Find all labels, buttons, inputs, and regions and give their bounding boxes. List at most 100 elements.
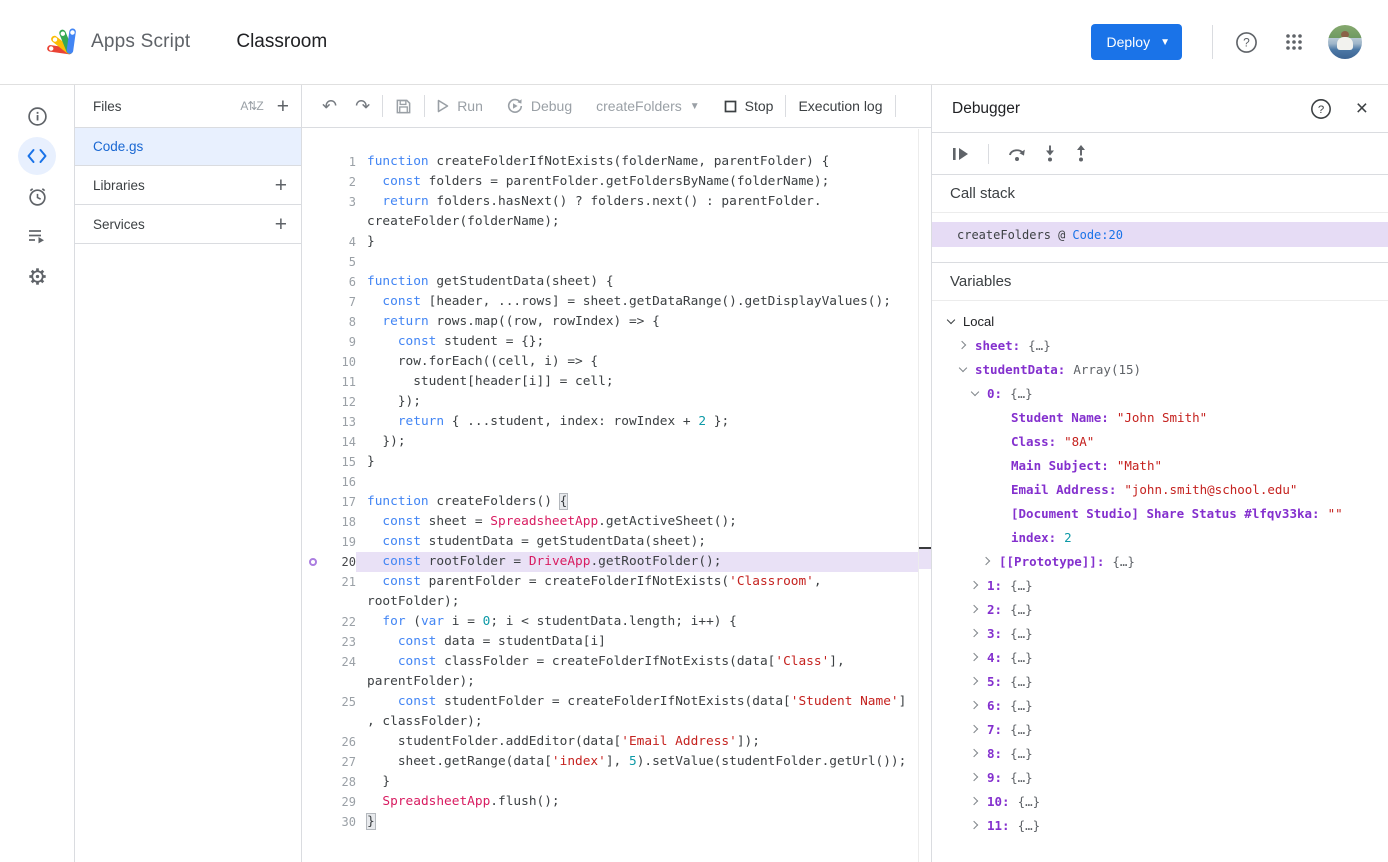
- chevron-down-icon[interactable]: [946, 316, 958, 326]
- apps-grid-icon[interactable]: [1284, 32, 1304, 52]
- line-gutter[interactable]: 17: [302, 492, 356, 512]
- line-gutter[interactable]: 7: [302, 292, 356, 312]
- line-gutter[interactable]: 23: [302, 632, 356, 652]
- chevron-right-icon[interactable]: [970, 820, 982, 830]
- code-line-29[interactable]: 29 SpreadsheetApp.flush();: [302, 792, 931, 812]
- code-line-7[interactable]: 7 const [header, ...rows] = sheet.getDat…: [302, 292, 931, 312]
- code-line-19[interactable]: 19 const studentData = getStudentData(sh…: [302, 532, 931, 552]
- code-line-17[interactable]: 17function createFolders() {: [302, 492, 931, 512]
- add-service-button[interactable]: +: [275, 214, 287, 235]
- code-area[interactable]: 1function createFolderIfNotExists(folder…: [302, 128, 931, 832]
- variable-row[interactable]: 4:{…}: [932, 645, 1388, 669]
- chevron-right-icon[interactable]: [970, 724, 982, 734]
- variable-row[interactable]: 5:{…}: [932, 669, 1388, 693]
- code-line-wrap[interactable]: , classFolder);: [302, 712, 931, 732]
- add-file-button[interactable]: +: [277, 96, 289, 117]
- code-line-6[interactable]: 6function getStudentData(sheet) {: [302, 272, 931, 292]
- chevron-right-icon[interactable]: [970, 628, 982, 638]
- code-line-wrap[interactable]: rootFolder);: [302, 592, 931, 612]
- variable-row[interactable]: 10:{…}: [932, 789, 1388, 813]
- code-line-11[interactable]: 11 student[header[i]] = cell;: [302, 372, 931, 392]
- code-line-3[interactable]: 3 return folders.hasNext() ? folders.nex…: [302, 192, 931, 212]
- line-gutter[interactable]: 5: [302, 252, 356, 272]
- code-line-26[interactable]: 26 studentFolder.addEditor(data['Email A…: [302, 732, 931, 752]
- undo-button[interactable]: ↶: [322, 97, 337, 115]
- line-gutter[interactable]: [302, 592, 356, 612]
- avatar[interactable]: [1328, 25, 1362, 59]
- deploy-button[interactable]: Deploy ▼: [1091, 24, 1183, 60]
- breakpoint-icon[interactable]: [309, 558, 317, 566]
- variable-row[interactable]: studentData:Array(15): [932, 357, 1388, 381]
- code-line-20[interactable]: 20 const rootFolder = DriveApp.getRootFo…: [302, 552, 931, 572]
- line-gutter[interactable]: 21: [302, 572, 356, 592]
- code-line-13[interactable]: 13 return { ...student, index: rowIndex …: [302, 412, 931, 432]
- code-line-22[interactable]: 22 for (var i = 0; i < studentData.lengt…: [302, 612, 931, 632]
- chevron-right-icon[interactable]: [982, 556, 994, 566]
- step-out-icon[interactable]: [1074, 145, 1088, 162]
- chevron-down-icon[interactable]: [970, 388, 982, 398]
- line-gutter[interactable]: 26: [302, 732, 356, 752]
- variable-row[interactable]: 9:{…}: [932, 765, 1388, 789]
- line-gutter[interactable]: 9: [302, 332, 356, 352]
- editor-icon[interactable]: [18, 137, 56, 175]
- code-line-23[interactable]: 23 const data = studentData[i]: [302, 632, 931, 652]
- function-selector[interactable]: createFolders ▼: [596, 98, 700, 114]
- variable-row[interactable]: sheet:{…}: [932, 333, 1388, 357]
- step-into-icon[interactable]: [1043, 145, 1057, 162]
- code-line-1[interactable]: 1function createFolderIfNotExists(folder…: [302, 152, 931, 172]
- settings-icon[interactable]: [17, 256, 57, 296]
- line-gutter[interactable]: 14: [302, 432, 356, 452]
- chevron-down-icon[interactable]: [958, 364, 970, 374]
- run-button[interactable]: Run: [437, 98, 483, 114]
- line-gutter[interactable]: 22: [302, 612, 356, 632]
- chevron-right-icon[interactable]: [970, 700, 982, 710]
- help-icon[interactable]: ?: [1235, 31, 1258, 54]
- step-over-icon[interactable]: [1008, 146, 1026, 162]
- line-gutter[interactable]: 1: [302, 152, 356, 172]
- chevron-right-icon[interactable]: [970, 676, 982, 686]
- chevron-right-icon[interactable]: [970, 796, 982, 806]
- code-line-28[interactable]: 28 }: [302, 772, 931, 792]
- code-line-14[interactable]: 14 });: [302, 432, 931, 452]
- scope-row-local[interactable]: Local: [932, 309, 1388, 333]
- line-gutter[interactable]: 13: [302, 412, 356, 432]
- line-gutter[interactable]: 11: [302, 372, 356, 392]
- code-line-4[interactable]: 4}: [302, 232, 931, 252]
- line-gutter[interactable]: [302, 212, 356, 232]
- chevron-right-icon[interactable]: [970, 748, 982, 758]
- line-gutter[interactable]: 4: [302, 232, 356, 252]
- code-line-5[interactable]: 5: [302, 252, 931, 272]
- editor-scrollbar[interactable]: [918, 129, 931, 862]
- line-gutter[interactable]: 18: [302, 512, 356, 532]
- line-gutter[interactable]: 28: [302, 772, 356, 792]
- variable-row[interactable]: 7:{…}: [932, 717, 1388, 741]
- redo-button[interactable]: ↷: [355, 97, 370, 115]
- project-title[interactable]: Classroom: [236, 31, 327, 53]
- line-gutter[interactable]: 29: [302, 792, 356, 812]
- code-line-24[interactable]: 24 const classFolder = createFolderIfNot…: [302, 652, 931, 672]
- line-gutter[interactable]: 27: [302, 752, 356, 772]
- line-gutter[interactable]: [302, 712, 356, 732]
- chevron-right-icon[interactable]: [970, 604, 982, 614]
- executions-icon[interactable]: [17, 216, 57, 256]
- close-icon[interactable]: ×: [1356, 97, 1368, 121]
- code-line-wrap[interactable]: parentFolder);: [302, 672, 931, 692]
- code-line-2[interactable]: 2 const folders = parentFolder.getFolder…: [302, 172, 931, 192]
- code-line-30[interactable]: 30}: [302, 812, 931, 832]
- variable-row[interactable]: [[Prototype]]:{…}: [932, 549, 1388, 573]
- line-gutter[interactable]: 10: [302, 352, 356, 372]
- line-gutter[interactable]: 16: [302, 472, 356, 492]
- code-line-9[interactable]: 9 const student = {};: [302, 332, 931, 352]
- variable-row[interactable]: 11:{…}: [932, 813, 1388, 837]
- add-library-button[interactable]: +: [275, 175, 287, 196]
- line-gutter[interactable]: 12: [302, 392, 356, 412]
- sort-az-icon[interactable]: A⇅Z: [240, 99, 262, 113]
- frame-location-link[interactable]: Code:20: [1072, 228, 1123, 242]
- variable-row[interactable]: 2:{…}: [932, 597, 1388, 621]
- code-line-16[interactable]: 16: [302, 472, 931, 492]
- chevron-right-icon[interactable]: [970, 652, 982, 662]
- line-gutter[interactable]: 8: [302, 312, 356, 332]
- code-line-wrap[interactable]: createFolder(folderName);: [302, 212, 931, 232]
- line-gutter[interactable]: 2: [302, 172, 356, 192]
- line-gutter[interactable]: 19: [302, 532, 356, 552]
